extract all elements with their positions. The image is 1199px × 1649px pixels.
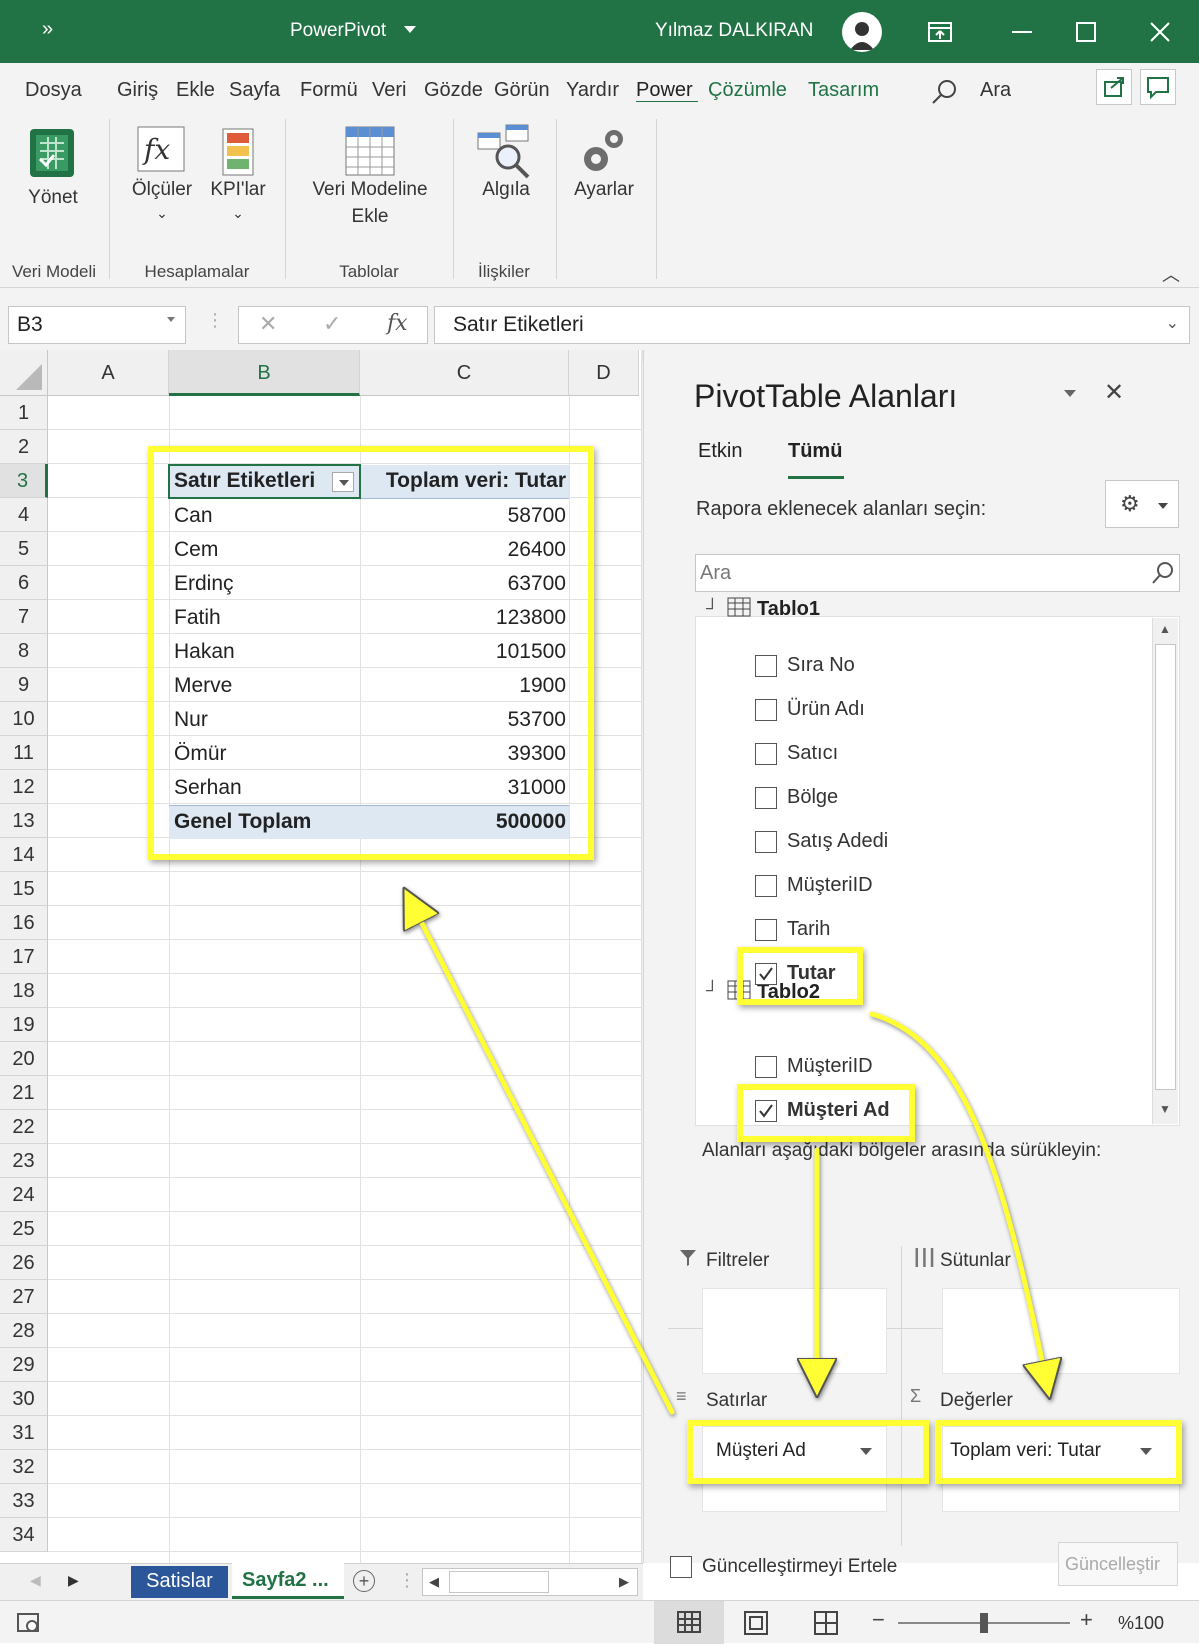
annotation-arrows [0, 0, 1199, 1415]
arrow-tutar-to-values [869, 1011, 1048, 1390]
arrow-to-pivot [408, 896, 675, 1415]
